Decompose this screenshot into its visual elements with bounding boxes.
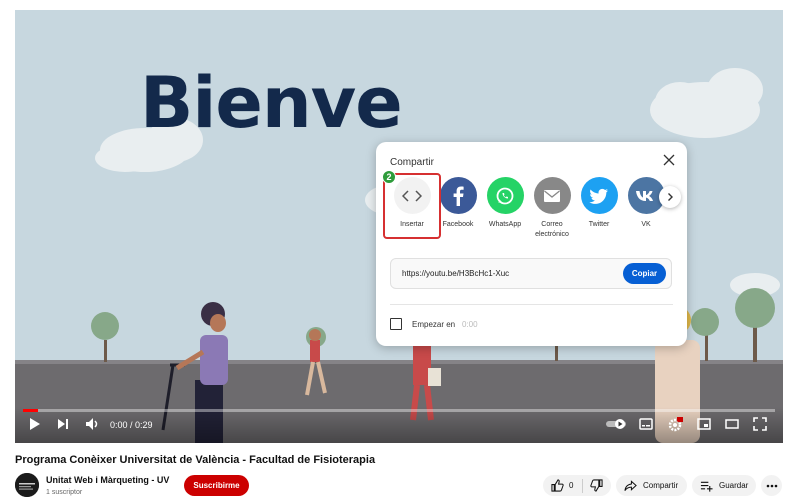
chevron-right-icon [668, 193, 673, 201]
autoplay-toggle[interactable] [605, 417, 627, 431]
dialog-divider [390, 304, 673, 305]
play-icon [30, 418, 40, 430]
theater-button[interactable] [725, 417, 739, 431]
start-at-time: 0:00 [462, 320, 478, 329]
save-button-label: Guardar [719, 481, 749, 490]
start-at-checkbox[interactable] [390, 318, 402, 330]
close-icon [663, 154, 675, 166]
share-label-whatsapp: WhatsApp [488, 221, 522, 228]
gear-icon [668, 417, 683, 432]
like-count: 0 [569, 481, 574, 490]
volume-button[interactable] [85, 417, 99, 431]
miniplayer-icon [697, 418, 711, 430]
share-button-label: Compartir [643, 481, 679, 490]
next-button[interactable] [57, 417, 69, 431]
video-overlay-text: Bienve [140, 62, 403, 144]
share-dialog-title: Compartir [390, 157, 434, 168]
facebook-circle [439, 177, 477, 214]
whatsapp-circle [486, 177, 524, 214]
time-display: 0:00 / 0:29 [110, 420, 153, 430]
subscriber-count: 1 suscriptor [46, 489, 83, 496]
like-button[interactable]: 0 [543, 478, 583, 493]
theater-icon [725, 419, 739, 429]
twitter-circle [580, 177, 618, 214]
subtitles-button[interactable] [639, 417, 653, 431]
miniplayer-button[interactable] [697, 417, 711, 431]
share-label-twitter: Twitter [588, 221, 610, 228]
email-circle [533, 177, 571, 214]
dislike-button[interactable] [583, 479, 603, 492]
vk-icon [636, 190, 653, 201]
start-at-label: Empezar en [412, 320, 456, 329]
fullscreen-button[interactable] [753, 417, 767, 431]
share-url-field[interactable]: https://youtu.be/H3BcHc1-Xuc Copiar [390, 258, 672, 289]
subtitles-icon [639, 418, 653, 430]
channel-name[interactable]: Unitat Web i Màrqueting - UV [46, 475, 169, 485]
copy-button[interactable]: Copiar [623, 263, 666, 284]
channel-logo-icon [15, 473, 39, 497]
twitter-icon [589, 188, 608, 204]
subscribe-button[interactable]: Suscribirme [184, 475, 249, 496]
share-email[interactable]: Correo electrónico [527, 177, 577, 240]
thumbs-down-icon [590, 479, 603, 492]
close-button[interactable] [662, 153, 676, 167]
share-label-email: Correo electrónico [535, 221, 569, 238]
video-title: Programa Conèixer Universitat de Valènci… [15, 454, 376, 466]
share-label-vk: VK [641, 221, 651, 228]
whatsapp-icon [496, 187, 514, 204]
share-twitter[interactable]: Twitter [574, 177, 624, 230]
more-actions-button[interactable] [761, 475, 782, 496]
settings-button[interactable] [667, 417, 683, 433]
play-button[interactable] [29, 417, 41, 431]
thumbs-up-icon [551, 479, 564, 492]
autoplay-icon [606, 419, 626, 429]
step-badge: 2 [382, 170, 396, 184]
progress-fill [23, 409, 39, 412]
share-dialog: Compartir Insertar Facebook WhatsApp Cor… [376, 142, 687, 346]
progress-bar[interactable] [23, 409, 775, 412]
player-controls: 0:00 / 0:29 [15, 407, 783, 443]
facebook-icon [453, 186, 464, 206]
channel-avatar[interactable] [15, 473, 39, 497]
youtube-watch-page: Bienve 0:00 / 0:29 Compartir Insertar Fa… [0, 0, 792, 503]
more-horizontal-icon [766, 484, 777, 487]
share-url: https://youtu.be/H3BcHc1-Xuc [402, 269, 510, 278]
share-whatsapp[interactable]: WhatsApp [480, 177, 530, 230]
share-next-button[interactable] [659, 186, 681, 208]
volume-icon [86, 418, 98, 430]
next-icon [58, 419, 68, 429]
save-button[interactable]: Guardar [692, 475, 756, 496]
share-arrow-icon [624, 479, 637, 491]
playlist-add-icon [700, 481, 713, 492]
like-dislike-group: 0 [543, 475, 611, 496]
share-button[interactable]: Compartir [616, 475, 687, 496]
mail-icon [544, 189, 560, 202]
fullscreen-icon [753, 417, 767, 431]
